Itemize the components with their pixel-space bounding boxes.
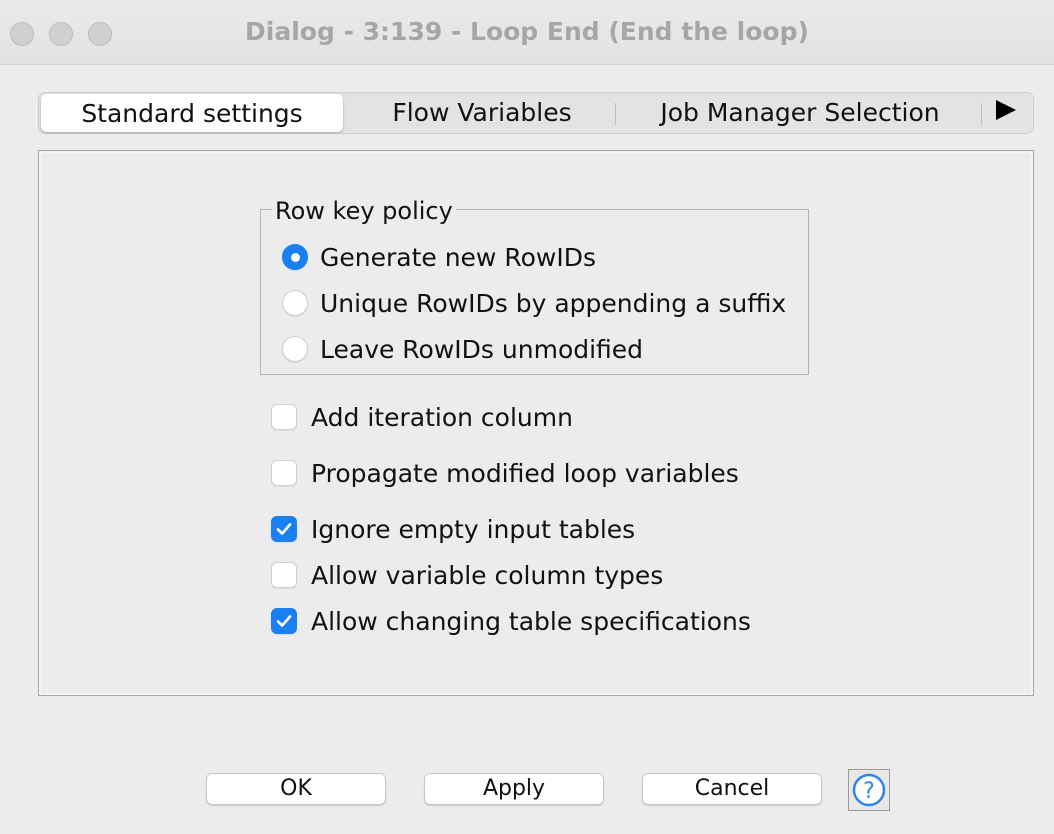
- help-button[interactable]: ?: [848, 769, 890, 811]
- checkbox-label: Propagate modified loop variables: [311, 458, 739, 488]
- radio-label: Generate new RowIDs: [320, 242, 596, 272]
- radio-button[interactable]: [282, 244, 308, 270]
- tab-separator: [981, 103, 982, 125]
- radio-label: Unique RowIDs by appending a suffix: [320, 288, 787, 318]
- cancel-button[interactable]: Cancel: [642, 773, 822, 805]
- checkbox[interactable]: [271, 460, 297, 486]
- ok-button[interactable]: OK: [206, 773, 386, 805]
- apply-button[interactable]: Apply: [424, 773, 604, 805]
- checkbox[interactable]: [271, 404, 297, 430]
- checkbox[interactable]: [271, 562, 297, 588]
- window-title: Dialog - 3:139 - Loop End (End the loop): [245, 17, 809, 46]
- checkmark-icon: [276, 615, 292, 627]
- checkbox-allow-variable-column-types[interactable]: Allow variable column types: [271, 558, 663, 592]
- checkmark-icon: [276, 523, 292, 535]
- checkbox-label: Ignore empty input tables: [311, 514, 636, 544]
- checkbox-label: Add iteration column: [311, 402, 573, 432]
- tab-standard-settings[interactable]: Standard settings: [41, 94, 343, 132]
- radio-leave-rowids-unmodified[interactable]: Leave RowIDs unmodified: [282, 332, 643, 366]
- tab-bar: Standard settings Flow Variables Job Man…: [38, 92, 1034, 134]
- radio-generate-new-rowids[interactable]: Generate new RowIDs: [282, 240, 596, 274]
- tab-job-manager-selection[interactable]: Job Manager Selection: [645, 93, 955, 133]
- radio-button[interactable]: [282, 290, 308, 316]
- checkbox-ignore-empty-input-tables[interactable]: Ignore empty input tables: [271, 512, 635, 546]
- checkbox-propagate-loop-variables[interactable]: Propagate modified loop variables: [271, 456, 739, 490]
- tab-scroll-right-icon[interactable]: [996, 100, 1016, 120]
- tab-separator: [615, 103, 616, 125]
- checkbox-label: Allow changing table specifications: [311, 606, 751, 636]
- checkbox[interactable]: [271, 608, 297, 634]
- checkbox-add-iteration-column[interactable]: Add iteration column: [271, 400, 573, 434]
- radio-label: Leave RowIDs unmodified: [320, 334, 644, 364]
- checkbox-allow-changing-table-specs[interactable]: Allow changing table specifications: [271, 604, 751, 638]
- row-key-policy-legend: Row key policy: [272, 197, 456, 225]
- tab-flow-variables[interactable]: Flow Variables: [375, 93, 589, 133]
- help-icon: ?: [852, 773, 886, 807]
- title-bar: Dialog - 3:139 - Loop End (End the loop): [0, 0, 1054, 65]
- help-icon-glyph: ?: [863, 779, 875, 804]
- radio-unique-rowids-suffix[interactable]: Unique RowIDs by appending a suffix: [282, 286, 786, 320]
- checkbox[interactable]: [271, 516, 297, 542]
- checkbox-label: Allow variable column types: [311, 560, 664, 590]
- radio-button[interactable]: [282, 336, 308, 362]
